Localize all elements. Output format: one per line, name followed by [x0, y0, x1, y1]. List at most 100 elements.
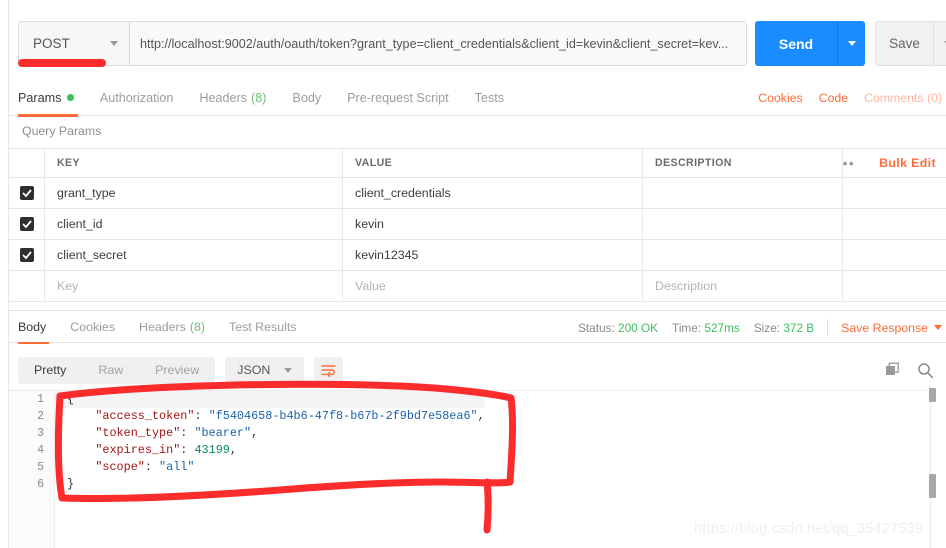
- send-button[interactable]: Send: [755, 21, 837, 66]
- row-value[interactable]: kevin: [343, 209, 643, 239]
- code-token: {: [67, 392, 75, 406]
- save-button[interactable]: Save: [875, 21, 933, 66]
- response-format-select[interactable]: JSON: [225, 356, 305, 384]
- row-value[interactable]: client_credentials: [343, 178, 643, 208]
- code-token: ,: [251, 426, 259, 440]
- table-header-row: KEY VALUE DESCRIPTION ••• Bulk Edit: [9, 149, 946, 178]
- row-checkbox[interactable]: [19, 186, 34, 200]
- comments-link[interactable]: Comments (0): [864, 91, 942, 105]
- cookies-link[interactable]: Cookies: [758, 91, 802, 105]
- row-description[interactable]: [643, 240, 843, 270]
- query-params-section-label: Query Params: [22, 124, 102, 138]
- tab-body-label: Body: [292, 90, 322, 105]
- tab-params[interactable]: Params: [9, 80, 87, 117]
- http-method-select[interactable]: POST: [18, 21, 130, 66]
- chevron-down-icon: [934, 325, 942, 330]
- code-token: :: [194, 409, 209, 423]
- response-scrollbar-track[interactable]: [930, 386, 937, 548]
- tab-body[interactable]: Body: [279, 80, 334, 116]
- code-token: "bearer": [194, 426, 252, 440]
- divider: [827, 319, 829, 336]
- tab-headers[interactable]: Headers (8): [186, 80, 279, 116]
- send-button-group: Send: [755, 21, 865, 66]
- code-token: "f5404658-b4b6-47f8-b67b-2f9bd7e58ea6": [208, 409, 478, 423]
- empty-row-value[interactable]: Value: [343, 271, 643, 301]
- code-line: "access_token": "f5404658-b4b6-47f8-b67b…: [55, 408, 485, 425]
- line-number: 4: [37, 444, 44, 457]
- code-token: :: [144, 460, 160, 474]
- view-mode-preview[interactable]: Preview: [139, 357, 215, 384]
- response-tab-body[interactable]: Body: [9, 310, 58, 344]
- row-description[interactable]: [643, 209, 843, 239]
- tab-authorization-label: Authorization: [99, 90, 174, 105]
- copy-button[interactable]: [885, 362, 901, 378]
- search-button[interactable]: [917, 362, 934, 379]
- row-key[interactable]: grant_type: [45, 178, 343, 208]
- line-number: 2: [37, 410, 44, 423]
- code-token: }: [67, 477, 75, 491]
- code-token: "access_token": [67, 409, 195, 423]
- response-tab-test-results[interactable]: Test Results: [217, 310, 308, 343]
- response-tab-cookies-label: Cookies: [70, 319, 116, 334]
- save-response-button[interactable]: Save Response: [841, 321, 942, 335]
- table-row: grant_type client_credentials: [9, 178, 946, 209]
- row-checkbox-cell: [9, 178, 45, 208]
- view-mode-pretty[interactable]: Pretty: [18, 357, 82, 384]
- header-actions: ••• Bulk Edit: [843, 149, 946, 177]
- code-token: "scope": [67, 460, 145, 474]
- table-empty-row: Key Value Description: [9, 271, 946, 302]
- save-options-button[interactable]: [933, 21, 946, 66]
- row-value[interactable]: kevin12345: [343, 240, 643, 270]
- line-number: 6: [37, 478, 44, 491]
- code-token: ,: [229, 443, 237, 457]
- status-badge: Status: 200 OK: [578, 321, 658, 335]
- size-label: Size:: [753, 320, 781, 335]
- code-token: "expires_in": [67, 443, 181, 457]
- tab-authorization[interactable]: Authorization: [87, 80, 187, 116]
- tab-pre-request-script[interactable]: Pre-request Script: [334, 80, 462, 116]
- row-actions: [843, 240, 946, 270]
- url-input[interactable]: http://localhost:9002/auth/oauth/token?g…: [130, 21, 747, 66]
- row-checkbox[interactable]: [19, 248, 34, 262]
- send-options-button[interactable]: [837, 21, 865, 66]
- response-meta: Status: 200 OK Time: 527ms Size: 372 B S…: [564, 311, 942, 344]
- code-line: "token_type": "bearer",: [55, 425, 485, 442]
- row-description[interactable]: [643, 178, 843, 208]
- wrap-lines-button[interactable]: [314, 356, 344, 384]
- row-key[interactable]: client_secret: [45, 240, 343, 270]
- header-key: KEY: [45, 149, 343, 177]
- empty-row-key[interactable]: Key: [45, 271, 343, 301]
- response-tab-test-results-label: Test Results: [229, 319, 297, 334]
- tab-pre-request-script-label: Pre-request Script: [347, 90, 449, 105]
- line-number: 1: [37, 393, 44, 406]
- line-number-gutter: 1 2 3 4 5 6: [9, 391, 55, 548]
- code-line: "scope": "all": [55, 459, 485, 476]
- tab-tests[interactable]: Tests: [462, 80, 517, 116]
- code-link[interactable]: Code: [819, 91, 848, 105]
- response-scrollbar-thumb[interactable]: [929, 474, 936, 498]
- save-button-group: Save: [875, 21, 946, 66]
- code-token: "token_type": [67, 426, 181, 440]
- code-line: "expires_in": 43199,: [55, 442, 485, 459]
- bulk-edit-button[interactable]: Bulk Edit: [879, 156, 936, 170]
- empty-row-description[interactable]: Description: [643, 271, 843, 301]
- response-scrollbar-thumb-top[interactable]: [929, 388, 936, 402]
- line-number: 5: [37, 461, 44, 474]
- response-tab-headers-label: Headers: [139, 319, 186, 334]
- request-tabs: Params Authorization Headers (8) Body Pr…: [9, 80, 946, 117]
- request-url-bar: POST http://localhost:9002/auth/oauth/to…: [18, 21, 946, 66]
- more-options-icon[interactable]: •••: [843, 156, 855, 171]
- row-key[interactable]: client_id: [45, 209, 343, 239]
- header-checkbox-cell: [9, 149, 45, 177]
- table-row: client_secret kevin12345: [9, 240, 946, 271]
- row-checkbox-cell: [9, 209, 45, 239]
- row-checkbox[interactable]: [19, 217, 34, 231]
- response-tab-cookies[interactable]: Cookies: [58, 310, 127, 343]
- view-mode-raw[interactable]: Raw: [82, 357, 139, 384]
- response-tabs: Body Cookies Headers (8) Test Results St…: [9, 310, 946, 344]
- tab-headers-count: (8): [251, 90, 267, 105]
- response-tab-headers[interactable]: Headers (8): [127, 310, 217, 343]
- code-token: ,: [477, 409, 485, 423]
- time-badge: Time: 527ms: [672, 321, 740, 335]
- params-modified-dot-icon: [67, 94, 74, 101]
